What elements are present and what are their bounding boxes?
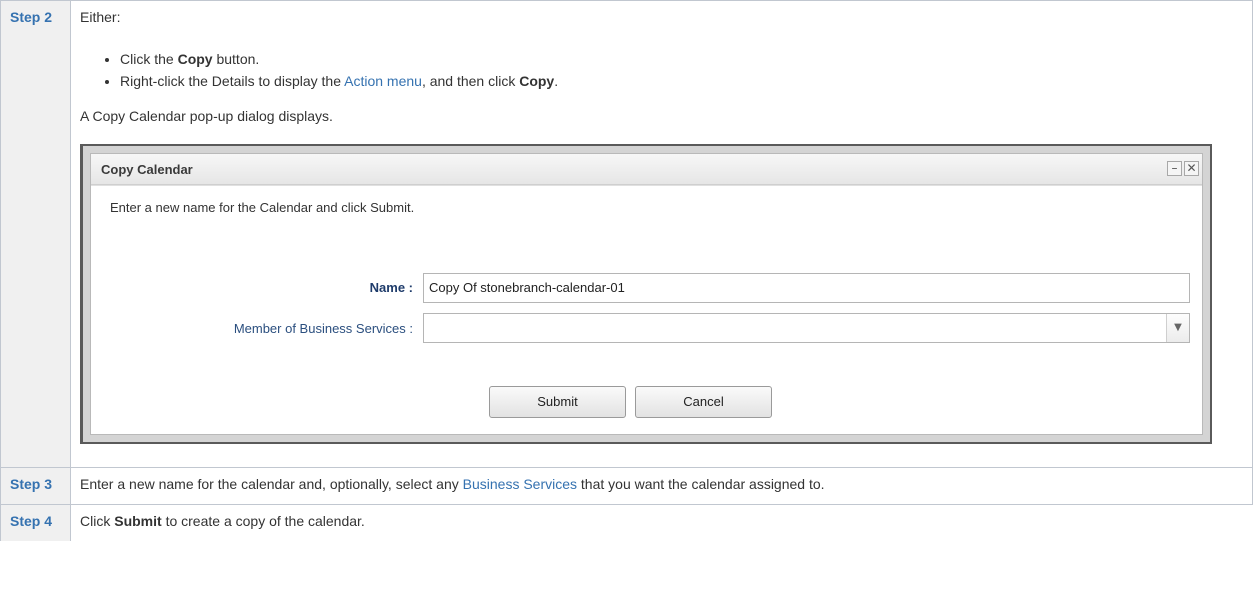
dialog-instructions: Enter a new name for the Calendar and cl… [110,200,415,215]
list-item: Click the Copy button. [120,50,1243,68]
step-label: Step 3 [0,467,71,505]
text: Right-click the Details to display the [120,73,345,89]
dialog-titlebar: Copy Calendar – ✕ [91,154,1202,185]
name-input[interactable]: Copy Of stonebranch-calendar-01 [423,273,1190,303]
step-label: Step 2 [0,0,71,468]
step-row: Step 4 Click Submit to create a copy of … [0,504,1253,541]
text: to create a copy of the calendar. [161,513,365,529]
steps-table: Step 2 Either: Click the Copy button. Ri… [0,0,1253,541]
dialog-title: Copy Calendar [101,162,193,177]
dialog-screenshot: Copy Calendar – ✕ Enter a new name for t… [80,144,1212,444]
copy-calendar-dialog: Copy Calendar – ✕ Enter a new name for t… [90,153,1203,435]
business-services-link[interactable]: Business Services [463,476,577,492]
cancel-button[interactable]: Cancel [635,386,772,418]
close-icon[interactable]: ✕ [1184,161,1199,176]
step-row: Step 3 Enter a new name for the calendar… [0,467,1253,505]
submit-button[interactable]: Submit [489,386,626,418]
bold-text: Submit [114,513,162,529]
minimize-icon[interactable]: – [1167,161,1182,176]
bullet-list: Click the Copy button. Right-click the D… [80,50,1243,90]
step-note: A Copy Calendar pop-up dialog displays. [80,108,333,124]
step-intro: Either: [80,9,121,25]
text: that you want the calendar assigned to. [577,476,825,492]
text: Enter a new name for the calendar and, o… [80,476,463,492]
text: Click the [120,51,178,67]
step-row: Step 2 Either: Click the Copy button. Ri… [0,0,1253,468]
step-content: Either: Click the Copy button. Right-cli… [70,0,1253,468]
business-services-select[interactable]: ▼ [423,313,1190,343]
step-content: Enter a new name for the calendar and, o… [70,467,1253,505]
member-label: Member of Business Services : [233,321,413,336]
name-label: Name : [369,280,413,295]
text: button. [212,51,260,67]
bold-text: Copy [177,51,213,67]
text: Click [80,513,115,529]
action-menu-link[interactable]: Action menu [344,73,422,89]
list-item: Right-click the Details to display the A… [120,72,1243,90]
bold-text: Copy [519,73,555,89]
chevron-down-icon[interactable]: ▼ [1166,314,1189,342]
dialog-body: Enter a new name for the Calendar and cl… [91,185,1202,434]
step-content: Click Submit to create a copy of the cal… [70,504,1253,541]
text: . [554,73,559,89]
text: , and then click [421,73,520,89]
step-label: Step 4 [0,504,71,541]
